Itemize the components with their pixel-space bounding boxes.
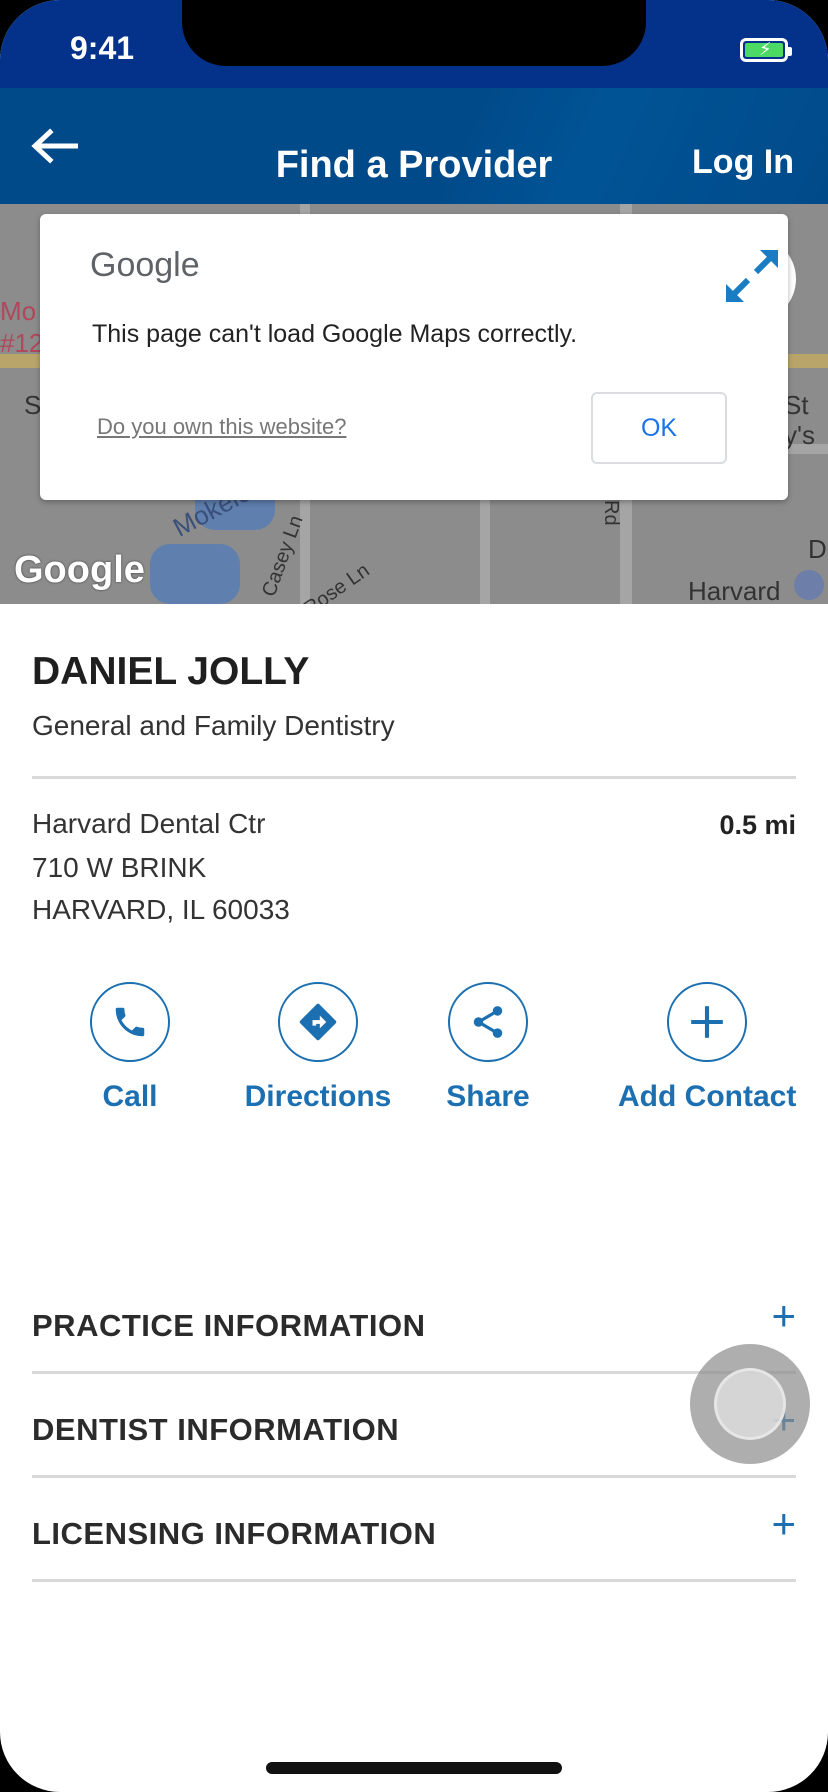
phone-icon <box>115 1007 145 1037</box>
share-button[interactable]: Share <box>428 982 548 1114</box>
address-line-2: HARVARD, IL 60033 <box>32 894 290 925</box>
office-name: Harvard Dental Ctr <box>32 808 266 839</box>
map-pin-icon <box>794 570 824 600</box>
expand-plus-icon[interactable]: + <box>771 1292 796 1340</box>
maps-error-dialog: Google This page can't load Google Maps … <box>40 214 788 500</box>
provider-specialty: General and Family Dentistry <box>32 710 395 741</box>
battery-icon: ⚡ <box>740 38 792 62</box>
map-label: Rose Ln <box>300 559 374 604</box>
touch-indicator <box>690 1344 810 1464</box>
add-contact-button[interactable]: Add Contact <box>618 982 796 1114</box>
add-contact-label: Add Contact <box>618 1080 797 1113</box>
status-time: 9:41 <box>70 30 135 66</box>
map-label: #12 <box>0 328 44 358</box>
dialog-google-logo: Google <box>90 246 200 284</box>
ok-button[interactable]: OK <box>591 392 727 464</box>
status-bar: 9:41 ⚡ <box>0 0 828 88</box>
expand-icon[interactable] <box>724 248 780 304</box>
divider <box>32 776 796 779</box>
distance: 0.5 mi <box>719 810 796 840</box>
login-button[interactable]: Log In <box>692 143 794 182</box>
map-label: D <box>808 534 827 564</box>
call-label: Call <box>102 1080 158 1113</box>
action-bar: Call Directions Share Add Contact <box>32 982 796 1132</box>
share-icon <box>473 1006 503 1038</box>
notch <box>182 0 646 66</box>
dialog-message: This page can't load Google Maps correct… <box>92 320 578 348</box>
share-label: Share <box>446 1080 530 1113</box>
practice-information-section[interactable]: PRACTICE INFORMATION + <box>32 1270 796 1374</box>
own-website-link[interactable]: Do you own this website? <box>97 414 346 440</box>
map-label: Mo <box>0 296 37 326</box>
address-line-1: 710 W BRINK <box>32 852 207 883</box>
licensing-information-section[interactable]: LICENSING INFORMATION + <box>32 1478 796 1582</box>
directions-button[interactable]: Directions <box>228 982 408 1114</box>
provider-name: DANIEL JOLLY <box>32 650 310 693</box>
section-title: LICENSING INFORMATION <box>32 1516 437 1551</box>
map-label: Harvard <box>688 576 781 604</box>
map-label: y's <box>784 420 815 450</box>
directions-label: Directions <box>244 1080 392 1113</box>
dentist-information-section[interactable]: DENTIST INFORMATION + <box>32 1374 796 1478</box>
section-title: DENTIST INFORMATION <box>32 1412 400 1447</box>
app-header: Find a Provider Log In <box>0 88 828 204</box>
section-title: PRACTICE INFORMATION <box>32 1308 426 1343</box>
phone-screen: 9:41 ⚡ Find a Provider Log In Mo #12 S S… <box>0 0 828 1792</box>
divider <box>32 1579 796 1582</box>
map-label: S <box>24 390 42 420</box>
call-button[interactable]: Call <box>70 982 190 1114</box>
google-logo: Google <box>14 549 145 591</box>
map-label: Rd <box>600 500 622 526</box>
directions-icon <box>299 1003 337 1041</box>
expand-plus-icon[interactable]: + <box>771 1500 796 1548</box>
home-indicator[interactable] <box>266 1762 562 1774</box>
plus-icon <box>691 1006 723 1038</box>
